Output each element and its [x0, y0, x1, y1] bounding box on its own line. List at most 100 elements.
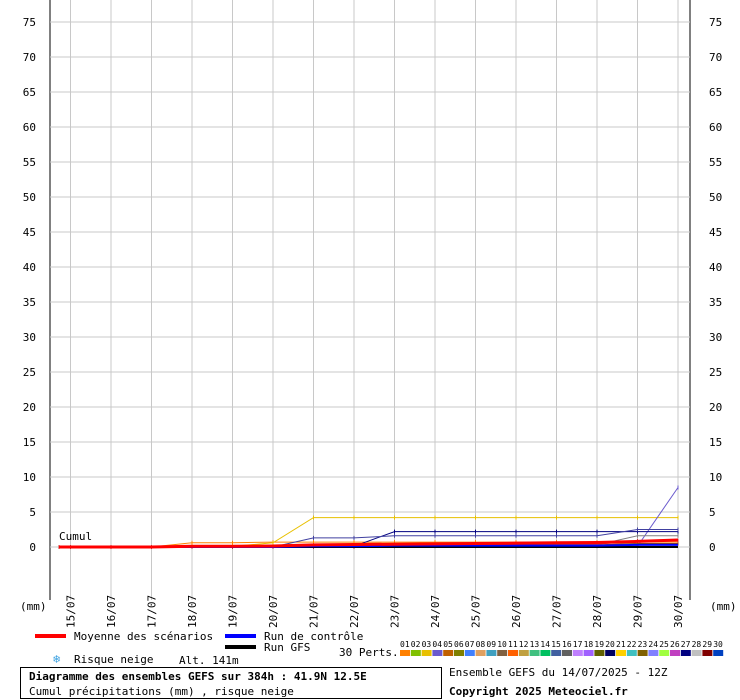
pert-swatch: [648, 650, 659, 656]
y-tick-right: 20: [709, 401, 722, 414]
y-tick-left: 5: [29, 506, 36, 519]
pert-swatch: [562, 650, 572, 656]
y-tick-right: 30: [709, 331, 722, 344]
y-axis-ticks: 0 05 510 1015 1520 2025 2530 3035 3540 4045 4550 50…: [23, 16, 723, 554]
y-tick-right: 65: [709, 86, 722, 99]
x-tick-label: 28/07: [591, 595, 604, 628]
pert-swatch: [443, 650, 454, 656]
x-tick-label: 30/07: [672, 595, 685, 628]
pert-number: 12: [519, 640, 529, 649]
y-tick-left: 30: [23, 331, 36, 344]
pert-number: 08: [476, 640, 486, 649]
pert-number: 01: [400, 640, 410, 649]
y-tick-right: 25: [709, 366, 722, 379]
x-tick-label: 18/07: [186, 595, 199, 628]
pert-number: 10: [497, 640, 507, 649]
y-tick-right: 45: [709, 226, 722, 239]
legend-snow-label: Risque neige: [74, 653, 153, 666]
x-tick-label: 15/07: [65, 595, 78, 628]
y-tick-left: 15: [23, 436, 36, 449]
pert-swatch: [605, 650, 616, 656]
pert-number: 22: [627, 640, 637, 649]
pert-number: 28: [692, 640, 702, 649]
x-tick-label: 20/07: [267, 595, 280, 628]
pert-number: 29: [702, 640, 712, 649]
x-tick-label: 24/07: [429, 595, 442, 628]
title-box: Diagramme des ensembles GEFS sur 384h : …: [20, 667, 442, 699]
y-tick-right: 55: [709, 156, 722, 169]
pert-number: 25: [659, 640, 669, 649]
y-tick-right: 0: [709, 541, 716, 554]
pert-number: 11: [508, 640, 518, 649]
legend-gfs-label: Run GFS: [264, 641, 310, 654]
pert-swatch: [659, 650, 670, 656]
pert-swatch: [421, 650, 432, 656]
pert-number: 24: [648, 640, 658, 649]
perturbation-legend: 01 02 03 04 05 06 07 08 09 10 11 12 13 14 15 16 17 18 19 20…: [400, 640, 724, 656]
pert-swatch: [670, 650, 680, 656]
x-axis-ticks: 15/07 16/07 17/07 18/07 19/07 20/07 21/07 22/07…: [65, 595, 686, 628]
y-tick-left: 75: [23, 16, 36, 29]
pert-number: 14: [540, 640, 550, 649]
pert-number: 18: [584, 640, 594, 649]
y-tick-right: 10: [709, 471, 722, 484]
x-tick-label: 27/07: [551, 595, 564, 628]
y-tick-right: 50: [709, 191, 722, 204]
pert-swatch: [518, 650, 529, 656]
y-unit-right: (mm): [710, 600, 737, 613]
y-tick-left: 65: [23, 86, 36, 99]
y-tick-right: 5: [709, 506, 716, 519]
y-tick-left: 25: [23, 366, 36, 379]
y-tick-left: 40: [23, 261, 36, 274]
y-tick-left: 60: [23, 121, 36, 134]
x-tick-label: 16/07: [105, 595, 118, 628]
pert-swatch: [702, 650, 713, 656]
y-unit-left: (mm): [20, 600, 47, 613]
y-tick-right: 15: [709, 436, 722, 449]
pert-swatch: [594, 650, 605, 656]
pert-swatch: [572, 650, 583, 656]
pert-number: 26: [670, 640, 680, 649]
y-tick-left: 45: [23, 226, 36, 239]
pert-number: 16: [562, 640, 572, 649]
y-tick-left: 35: [23, 296, 36, 309]
pert-swatch: [713, 650, 724, 656]
y-tick-right: 75: [709, 16, 722, 29]
y-tick-right: 60: [709, 121, 722, 134]
y-tick-left: 50: [23, 191, 36, 204]
snowflake-icon: ❄: [53, 652, 60, 666]
pert-number: 15: [551, 640, 561, 649]
pert-swatch: [691, 650, 702, 656]
chart-title: Diagramme des ensembles GEFS sur 384h : …: [29, 670, 367, 683]
pert-swatch: [508, 650, 518, 656]
pert-number: 07: [465, 640, 475, 649]
pert-swatch: [616, 650, 626, 656]
pert-swatch: [637, 650, 648, 656]
y-tick-left: 20: [23, 401, 36, 414]
pert-number: 20: [605, 640, 615, 649]
x-tick-label: 22/07: [348, 595, 361, 628]
pert-number: 21: [616, 640, 626, 649]
pert-number: 17: [573, 640, 583, 649]
pert-number: 19: [594, 640, 604, 649]
cumul-label: Cumul: [59, 530, 92, 543]
y-tick-right: 40: [709, 261, 722, 274]
pert-swatch: [454, 650, 464, 656]
x-tick-label: 17/07: [146, 595, 159, 628]
x-tick-label: 23/07: [389, 595, 402, 628]
y-tick-right: 35: [709, 296, 722, 309]
pert-swatch: [680, 650, 691, 656]
pert-swatch: [497, 650, 508, 656]
ensemble-info: Ensemble GEFS du 14/07/2025 - 12Z: [449, 666, 668, 679]
pert-swatch: [432, 650, 443, 656]
pert-number: 02: [411, 640, 421, 649]
x-tick-label: 19/07: [227, 595, 240, 628]
pert-swatch: [529, 650, 540, 656]
pert-number: 27: [681, 640, 691, 649]
pert-swatch: [464, 650, 475, 656]
pert-number: 06: [454, 640, 464, 649]
pert-swatch: [583, 650, 594, 656]
chart-grid: [49, 0, 691, 600]
precipitation-chart: 0 05 510 1015 1520 2025 2530 3035 3540 4045 4550 50…: [20, 0, 737, 667]
x-tick-label: 29/07: [632, 595, 645, 628]
